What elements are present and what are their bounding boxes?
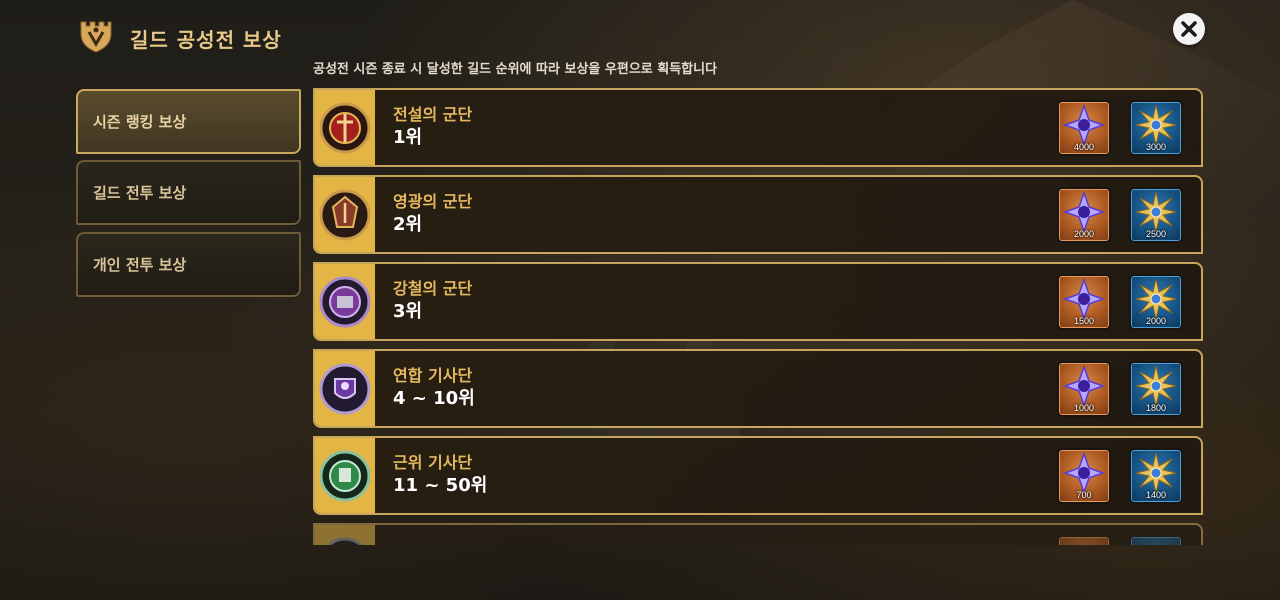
tab-season-ranking-reward[interactable]: 시즌 랭킹 보상: [76, 89, 301, 154]
rank-range: 11 ~ 50위: [393, 474, 488, 496]
tab-label: 개인 전투 보상: [93, 256, 187, 274]
rank-range: 3위: [393, 300, 423, 322]
guild-tier-name: 근위 기사단: [393, 452, 473, 472]
reward-quantity: 2500: [1145, 228, 1167, 239]
reward-quantity: 2000: [1073, 228, 1095, 239]
reward-quantity: 3000: [1145, 141, 1167, 152]
purple-star-gem-icon: [1062, 277, 1106, 320]
guild-castle-icon: [78, 20, 114, 54]
gold-medal-icon: [1135, 365, 1177, 406]
emblem-icon: [326, 537, 364, 545]
reward-quantity: 1400: [1145, 489, 1167, 500]
gold-medal-icon: [1135, 104, 1177, 145]
gem-reward-item[interactable]: 700: [1057, 447, 1111, 504]
gem-reward-item[interactable]: 1500: [1057, 273, 1111, 330]
reward-quantity: 1800: [1145, 402, 1167, 413]
tier-emblem: [315, 438, 375, 513]
rank-range: 1위: [393, 126, 423, 148]
page-title: 길드 공성전 보상: [130, 28, 282, 52]
guild-tier-name: 연합 기사단: [393, 365, 473, 385]
gem-reward-item[interactable]: 1000: [1057, 360, 1111, 417]
medal-reward-item[interactable]: 2000: [1129, 273, 1183, 330]
gold-medal-icon: [1135, 191, 1177, 232]
purple-star-gem-icon: [1062, 103, 1106, 146]
alliance-knights-emblem-icon: [319, 363, 371, 414]
tab-label: 시즌 랭킹 보상: [93, 113, 187, 131]
reward-row: 강철의 군단 3위 1500 2000: [313, 262, 1203, 341]
legend-emblem-icon: [319, 102, 371, 153]
reward-row: 근위 기사단 11 ~ 50위 700 1400: [313, 436, 1203, 515]
reward-row: 영광의 군단 2위 2000 2500: [313, 175, 1203, 254]
reward-description: 공성전 시즌 종료 시 달성한 길드 순위에 따라 보상을 우편으로 획득합니다: [313, 62, 718, 77]
gold-medal-icon: [1135, 452, 1177, 493]
medal-reward-item[interactable]: 1800: [1129, 360, 1183, 417]
gem-reward-item[interactable]: 2000: [1057, 186, 1111, 243]
medal-reward-item[interactable]: 1400: [1129, 447, 1183, 504]
reward-quantity: 4000: [1073, 141, 1095, 152]
reward-row: 연합 기사단 4 ~ 10위 1000 1800: [313, 349, 1203, 428]
gem-reward-item[interactable]: 4000: [1057, 99, 1111, 156]
tier-emblem: [315, 264, 375, 339]
purple-star-gem-icon: [1062, 190, 1106, 233]
tab-personal-battle-reward[interactable]: 개인 전투 보상: [76, 232, 301, 297]
rank-range: 4 ~ 10위: [393, 387, 475, 409]
reward-quantity: 2000: [1145, 315, 1167, 326]
rank-range: 2위: [393, 213, 423, 235]
tier-emblem: [315, 525, 375, 545]
tab-guild-battle-reward[interactable]: 길드 전투 보상: [76, 160, 301, 225]
tier-emblem: [315, 90, 375, 165]
royal-guard-emblem-icon: [319, 450, 371, 501]
close-icon: [1181, 21, 1197, 37]
reward-row-partial: [313, 523, 1203, 545]
glory-emblem-icon: [319, 189, 371, 240]
gold-medal-icon: [1135, 278, 1177, 319]
guild-tier-name: 전설의 군단: [393, 104, 473, 124]
tier-emblem: [315, 177, 375, 252]
purple-star-gem-icon: [1062, 451, 1106, 494]
close-button[interactable]: [1173, 13, 1205, 45]
medal-reward-item[interactable]: 2500: [1129, 186, 1183, 243]
guild-tier-name: 강철의 군단: [393, 278, 473, 298]
medal-reward-item[interactable]: 3000: [1129, 99, 1183, 156]
gem-reward-item[interactable]: [1057, 534, 1111, 545]
purple-star-gem-icon: [1062, 364, 1106, 407]
tier-emblem: [315, 351, 375, 426]
steel-emblem-icon: [319, 276, 371, 327]
reward-quantity: 1500: [1073, 315, 1095, 326]
reward-quantity: 700: [1076, 489, 1092, 500]
medal-reward-item[interactable]: [1129, 534, 1183, 545]
guild-tier-name: 영광의 군단: [393, 191, 473, 211]
reward-row: 전설의 군단 1위 4000 3000: [313, 88, 1203, 167]
reward-quantity: 1000: [1073, 402, 1095, 413]
reward-list[interactable]: 전설의 군단 1위 4000 3000 영광의 군단 2위 2000 2500 …: [313, 88, 1203, 545]
tab-label: 길드 전투 보상: [93, 184, 187, 202]
